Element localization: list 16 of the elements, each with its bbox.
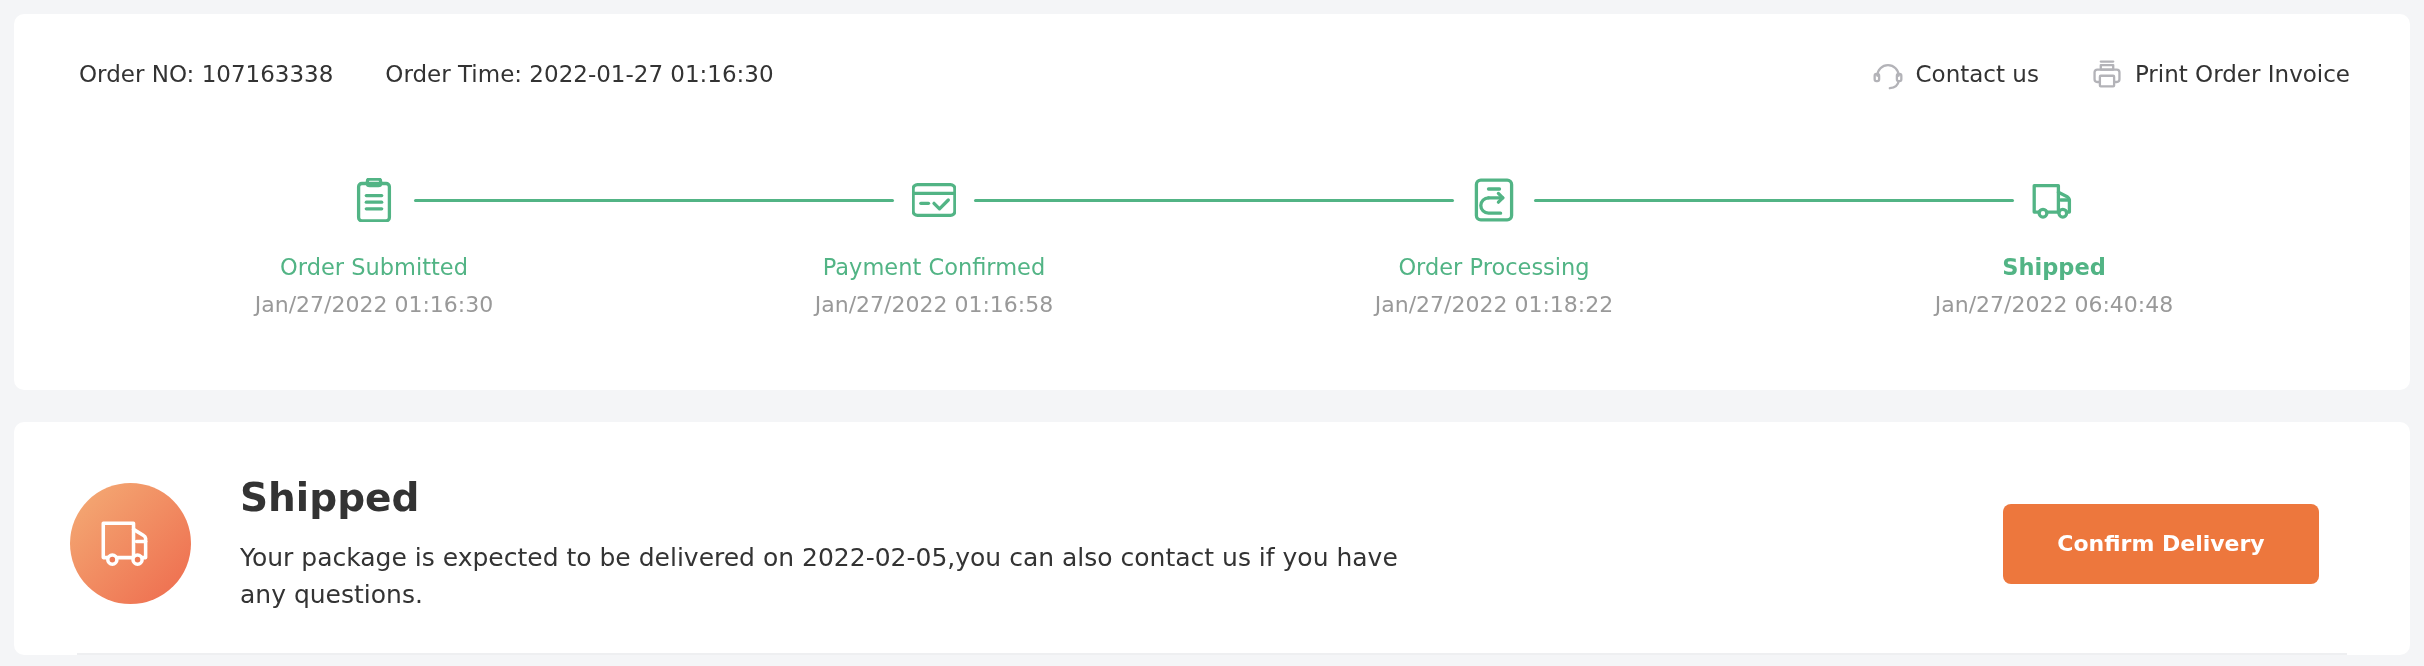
- step-time: Jan/27/2022 01:16:30: [254, 291, 494, 319]
- step-time: Jan/27/2022 01:18:22: [1374, 291, 1614, 319]
- step-title: Payment Confirmed: [822, 253, 1046, 282]
- step-time: Jan/27/2022 01:16:58: [814, 291, 1054, 319]
- truck-icon: [70, 483, 191, 604]
- step-title: Shipped: [2002, 253, 2106, 282]
- printer-icon: [2090, 58, 2123, 90]
- status-message: Your package is expected to be delivered on 2022-02-05,you can also contact us if you have any questions.: [240, 542, 1399, 611]
- contact-link[interactable]: Contact us: [1871, 58, 2039, 90]
- status-title: Shipped: [240, 474, 421, 522]
- print-invoice-link[interactable]: Print Order Invoice: [2090, 58, 2350, 90]
- order-number: Order NO: 107163338: [79, 60, 334, 89]
- step-title: Order Processing: [1398, 253, 1590, 282]
- step-time: Jan/27/2022 06:40:48: [1934, 291, 2174, 319]
- step-title: Order Submitted: [280, 253, 468, 282]
- order-time: Order Time: 2022-01-27 01:16:30: [385, 60, 774, 89]
